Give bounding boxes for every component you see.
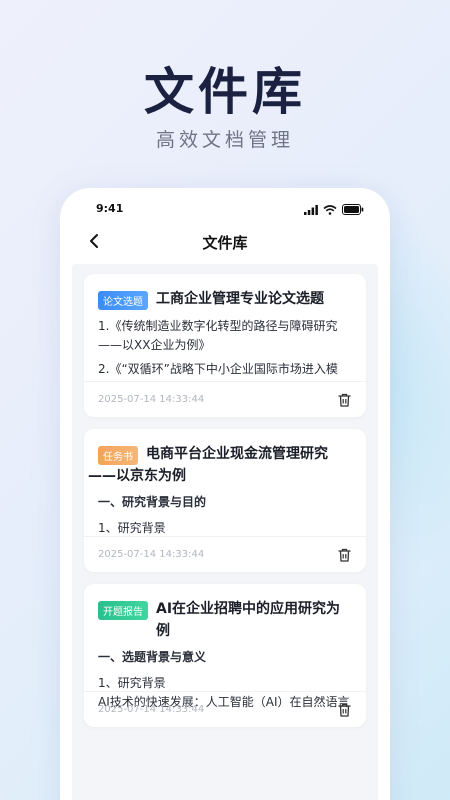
trash-icon <box>337 393 351 407</box>
card-title-line2: ——以京东为例 <box>88 468 186 484</box>
card-title: 工商企业管理专业论文选题 <box>156 291 324 307</box>
file-card[interactable]: 开题报告 AI在企业招聘中的应用研究为例 一、选题背景与意义 1、研究背景 AI… <box>84 584 366 727</box>
delete-button[interactable] <box>336 702 352 718</box>
card-header: 论文选题 工商企业管理专业论文选题 <box>84 274 366 310</box>
signal-icon <box>304 204 318 215</box>
card-tag: 论文选题 <box>98 291 148 310</box>
wifi-icon <box>323 204 337 215</box>
card-header: 任务书 电商平台企业现金流管理研究 ——以京东为例 <box>84 429 366 487</box>
card-line: 一、研究背景与目的 <box>98 495 207 509</box>
card-line: 1.《传统制造业数字化转型的路径与障碍研究 <box>98 319 338 333</box>
card-time: 2025-07-14 14:33:44 <box>98 394 205 405</box>
card-footer: 2025-07-14 14:33:44 <box>84 691 366 727</box>
delete-button[interactable] <box>336 547 352 563</box>
status-icons <box>304 204 364 215</box>
status-time: 9:41 <box>96 202 124 215</box>
hero-title: 文件库 <box>144 63 306 121</box>
card-title: AI在企业招聘中的应用研究为例 <box>156 601 341 639</box>
status-bar: 9:41 <box>60 202 390 218</box>
trash-icon <box>337 703 351 717</box>
card-line: ——以XX企业为例》 <box>98 338 211 352</box>
delete-button[interactable] <box>336 392 352 408</box>
file-card[interactable]: 论文选题 工商企业管理专业论文选题 1.《传统制造业数字化转型的路径与障碍研究 … <box>84 274 366 417</box>
battery-icon <box>342 204 364 215</box>
card-line: 一、选题背景与意义 <box>98 650 207 664</box>
phone-frame: 9:41 文件库 论文选题 工商企业管理专业论文选题 1.《传统制造业数字化转型… <box>60 188 390 800</box>
card-header: 开题报告 AI在企业招聘中的应用研究为例 <box>84 584 366 642</box>
nav-bar: 文件库 <box>60 226 390 260</box>
card-time: 2025-07-14 14:33:44 <box>98 704 205 715</box>
card-line: 2.《“双循环”战略下中小企业国际市场进入模 <box>98 362 338 376</box>
card-tag: 任务书 <box>98 446 138 465</box>
card-footer: 2025-07-14 14:33:44 <box>84 381 366 417</box>
trash-icon <box>337 548 351 562</box>
card-footer: 2025-07-14 14:33:44 <box>84 536 366 572</box>
file-list: 论文选题 工商企业管理专业论文选题 1.《传统制造业数字化转型的路径与障碍研究 … <box>72 264 378 800</box>
file-card[interactable]: 任务书 电商平台企业现金流管理研究 ——以京东为例 一、研究背景与目的 1、研究… <box>84 429 366 572</box>
card-tag: 开题报告 <box>98 601 148 620</box>
nav-title: 文件库 <box>202 234 248 252</box>
hero-subtitle: 高效文档管理 <box>155 129 294 151</box>
card-title: 电商平台企业现金流管理研究 <box>146 446 328 462</box>
card-time: 2025-07-14 14:33:44 <box>98 549 205 560</box>
